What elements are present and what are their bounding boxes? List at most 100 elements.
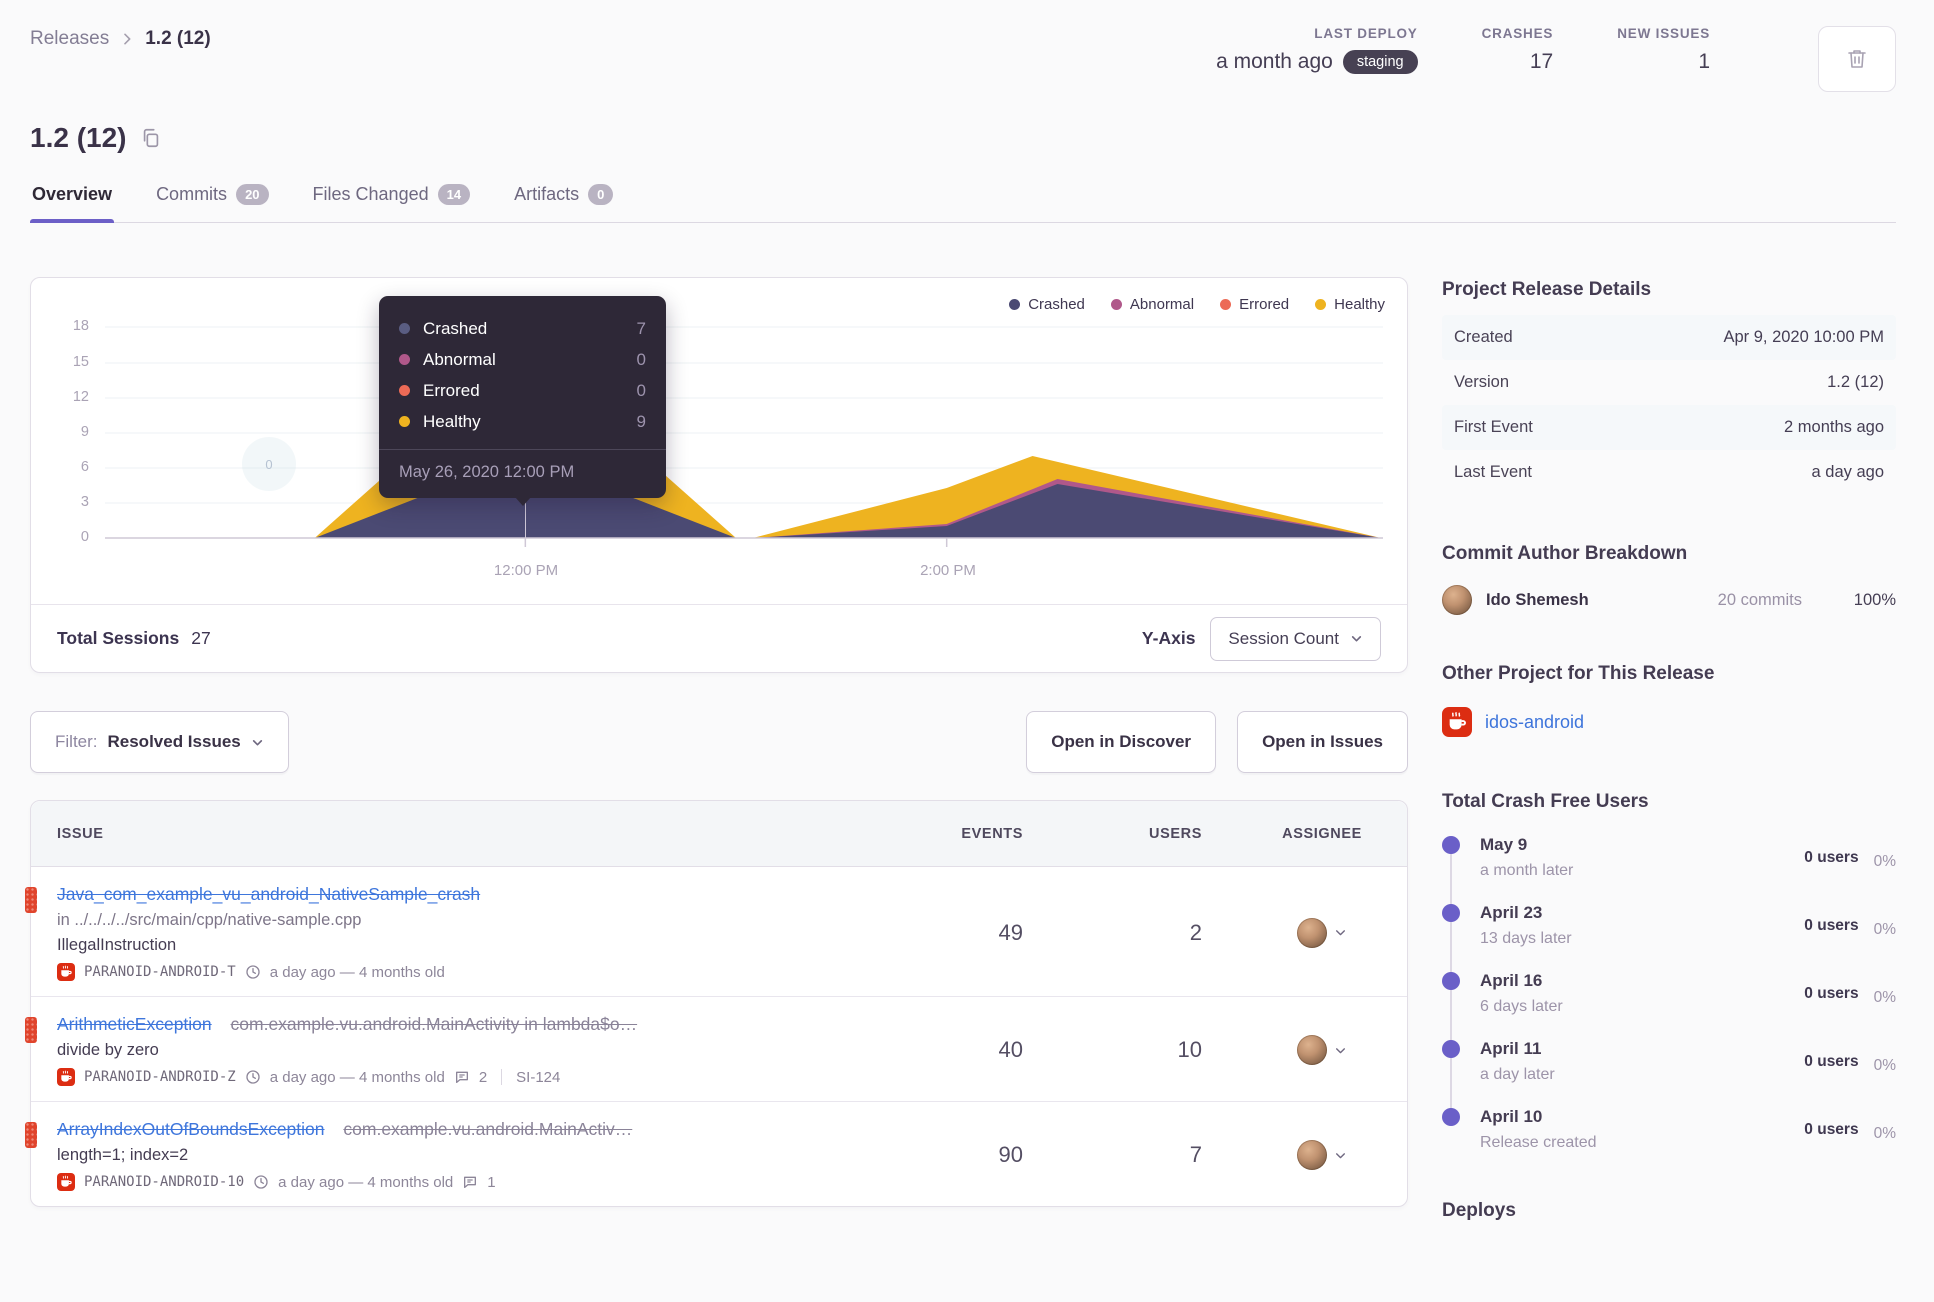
total-sessions-value: 27 [191, 628, 211, 648]
issue-age: a day ago — 4 months old [269, 1068, 445, 1086]
new-issues-label: NEW ISSUES [1617, 26, 1710, 41]
clock-icon [254, 1175, 268, 1189]
detail-value: 1.2 (12) [1827, 373, 1884, 391]
main-column: Crashed Abnormal Errored Healthy 18 15 1… [25, 277, 1408, 1222]
abnormal-dot-icon [1110, 299, 1122, 310]
release-tabs: Overview Commits 20 Files Changed 14 Art… [30, 178, 1896, 223]
other-project-link[interactable]: idos-android [1485, 712, 1584, 733]
tooltip-errored-value: 0 [636, 380, 646, 400]
comments-count: 2 [478, 1068, 488, 1086]
delete-release-button[interactable] [1818, 26, 1896, 92]
error-level-marker [25, 1122, 37, 1148]
timeline-date: April 16 [1480, 971, 1543, 990]
deploys-heading: Deploys [1442, 1200, 1516, 1221]
commit-author-breakdown-section: Commit Author Breakdown Ido Shemesh 20 c… [1442, 543, 1896, 615]
project-slug: PARANOID-ANDROID-T [84, 964, 236, 980]
legend-item-abnormal[interactable]: Abnormal [1110, 296, 1195, 313]
tab-files-changed-label: Files Changed [312, 184, 429, 204]
y-tick-0: 0 [80, 529, 89, 545]
timeline-users: 0 users [1804, 916, 1859, 934]
crash-free-heading: Total Crash Free Users [1442, 791, 1649, 812]
java-platform-icon [1442, 707, 1472, 737]
column-assignee: ASSIGNEE [1282, 825, 1362, 842]
legend-abnormal-label: Abnormal [1129, 296, 1195, 313]
clock-icon [246, 965, 260, 979]
tab-artifacts-count: 0 [588, 184, 614, 205]
assignee-dropdown[interactable] [1237, 917, 1407, 948]
assignee-avatar [1297, 1035, 1327, 1065]
copy-icon[interactable] [140, 127, 162, 149]
assignee-avatar [1297, 1140, 1327, 1170]
timeline-sub: a day later [1480, 1066, 1555, 1083]
crash-free-timeline: May 9 a month later 0 users 0% April 23 … [1442, 835, 1896, 1152]
y-tick-18: 18 [72, 318, 89, 334]
timeline-percent: 0% [1873, 921, 1896, 938]
zero-value-marker: 0 [242, 437, 296, 491]
legend-item-crashed[interactable]: Crashed [1009, 296, 1085, 313]
tab-commits-count: 20 [236, 184, 269, 205]
tab-overview[interactable]: Overview [30, 178, 115, 223]
breadcrumb: Releases 1.2 (12) [30, 28, 211, 50]
timeline-dot-icon [1442, 972, 1460, 990]
author-avatar [1442, 585, 1472, 615]
tooltip-guide-line [525, 502, 526, 540]
y-tick-3: 3 [80, 494, 89, 510]
sessions-chart-card: Crashed Abnormal Errored Healthy 18 15 1… [30, 277, 1408, 673]
issue-title-link[interactable]: ArrayIndexOutOfBoundsException [57, 1119, 325, 1139]
tab-commits[interactable]: Commits 20 [154, 178, 270, 222]
tab-artifacts[interactable]: Artifacts 0 [512, 178, 615, 222]
new-issues-value: 1 [1698, 50, 1710, 73]
timeline-dot-icon [1442, 904, 1460, 922]
issue-message: length=1; index=2 [57, 1146, 189, 1164]
issue-title-link[interactable]: Java_com_example_vu_android_NativeSample… [57, 884, 480, 904]
filter-selected-value: Resolved Issues [107, 732, 241, 751]
crashes-value: 17 [1529, 50, 1554, 73]
legend-crashed-label: Crashed [1028, 296, 1085, 313]
issues-filter-dropdown[interactable]: Filter: Resolved Issues [30, 711, 289, 773]
tooltip-abnormal-value: 0 [636, 349, 646, 369]
author-commit-count: 20 commits [1717, 590, 1802, 609]
total-sessions-label: Total Sessions [57, 628, 180, 648]
legend-item-healthy[interactable]: Healthy [1315, 296, 1385, 313]
timeline-percent: 0% [1873, 1125, 1896, 1142]
issue-row: ArrayIndexOutOfBoundsException com.examp… [25, 1102, 1407, 1206]
open-in-discover-button[interactable]: Open in Discover [1026, 711, 1217, 773]
divider [501, 1069, 503, 1085]
timeline-item: April 10 Release created 0 users 0% [1442, 1107, 1896, 1152]
y-tick-15: 15 [72, 354, 89, 370]
details-heading: Project Release Details [1442, 279, 1652, 300]
detail-row-last-event: Last Event a day ago [1442, 450, 1896, 495]
tab-files-changed[interactable]: Files Changed 14 [311, 178, 473, 222]
issue-users-count: 2 [1189, 919, 1202, 945]
open-in-issues-button[interactable]: Open in Issues [1237, 711, 1408, 773]
legend-item-errored[interactable]: Errored [1220, 296, 1289, 313]
assignee-dropdown[interactable] [1237, 1035, 1407, 1065]
issues-table-header: ISSUE EVENTS USERS ASSIGNEE [31, 801, 1407, 867]
y-tick-12: 12 [72, 389, 89, 405]
detail-value: 2 months ago [1784, 418, 1884, 436]
assignee-dropdown[interactable] [1237, 1140, 1407, 1170]
authors-heading: Commit Author Breakdown [1442, 543, 1688, 564]
issue-location: in ../../../../src/main/cpp/native-sampl… [57, 911, 362, 929]
y-axis-label: Y-Axis [1141, 628, 1196, 648]
issue-row: Java_com_example_vu_android_NativeSample… [25, 867, 1407, 997]
legend-errored-label: Errored [1239, 296, 1290, 313]
issue-culprit: com.example.vu.android.MainActivity in l… [230, 1014, 638, 1034]
sessions-chart[interactable]: Crashed Abnormal Errored Healthy 18 15 1… [31, 278, 1407, 604]
chart-plot-area[interactable] [105, 302, 1383, 550]
last-deploy-value: a month ago [1216, 50, 1333, 73]
other-project-section: Other Project for This Release idos-andr… [1442, 663, 1896, 737]
chart-legend: Crashed Abnormal Errored Healthy [1009, 296, 1385, 313]
filter-label: Filter: [55, 732, 98, 751]
crash-free-users-section: Total Crash Free Users May 9 a month lat… [1442, 791, 1896, 1152]
issue-title-link[interactable]: ArithmeticException [57, 1014, 212, 1034]
issue-users-count: 7 [1189, 1142, 1202, 1167]
timeline-users: 0 users [1804, 1052, 1859, 1070]
detail-label: Version [1454, 373, 1510, 391]
issue-events-count: 40 [998, 1037, 1023, 1062]
y-axis-select[interactable]: Session Count [1210, 616, 1381, 661]
author-row: Ido Shemesh 20 commits 100% [1442, 585, 1896, 615]
breadcrumb-releases-link[interactable]: Releases [30, 28, 109, 50]
timeline-percent: 0% [1873, 1057, 1896, 1074]
timeline-item: May 9 a month later 0 users 0% [1442, 835, 1896, 880]
